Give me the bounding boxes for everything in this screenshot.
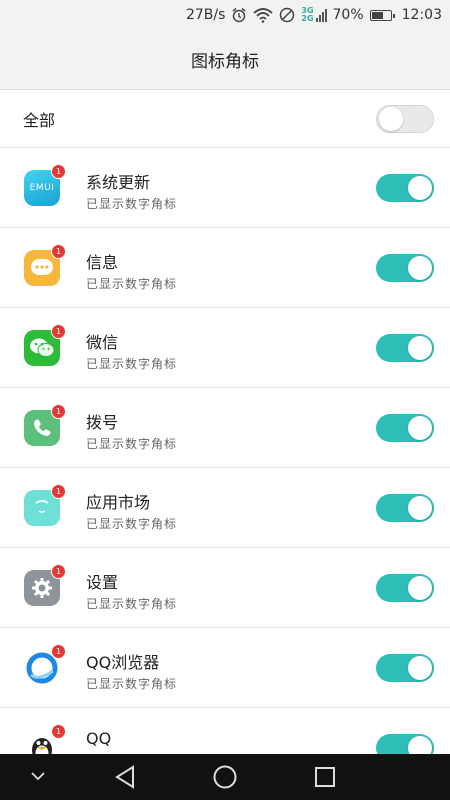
qq-browser-icon: 1 [24, 644, 66, 686]
emui-icon-text: EMUI [29, 183, 55, 193]
wechat-icon: 1 [24, 324, 66, 366]
battery-percent: 70% [332, 7, 364, 23]
app-name: 应用市场 [86, 493, 151, 512]
back-triangle-icon [115, 765, 134, 789]
all-apps-toggle[interactable] [376, 105, 434, 133]
home-circle-icon [213, 765, 237, 789]
home-button[interactable] [210, 762, 240, 792]
network-type-bottom: 2G [301, 14, 314, 23]
emui-icon: EMUI 1 [24, 164, 66, 206]
notification-badge: 1 [51, 564, 66, 579]
notification-badge: 1 [51, 324, 66, 339]
navigation-bar [0, 754, 450, 800]
collapse-nav-button[interactable] [28, 766, 48, 786]
app-market-icon: 1 [24, 484, 66, 526]
toggle-knob [379, 107, 403, 131]
recents-square-icon [315, 767, 335, 787]
notification-badge: 1 [51, 644, 66, 659]
notification-badge: 1 [51, 404, 66, 419]
app-status: 已显示数字角标 [86, 437, 178, 451]
recents-button[interactable] [310, 762, 340, 792]
badge-toggle[interactable] [376, 254, 434, 282]
wifi-icon [253, 7, 273, 23]
all-apps-row[interactable]: 全部 [0, 90, 450, 148]
badge-settings-screen: 27B/s 3G 2G 70% 12:03 图标角标 全部 EMUI 1 系统更… [0, 0, 450, 800]
app-name: QQ浏览器 [86, 653, 160, 672]
app-row-qq-browser[interactable]: 1 QQ浏览器 已显示数字角标 [0, 628, 450, 708]
badge-toggle[interactable] [376, 574, 434, 602]
app-row-wechat[interactable]: 1 微信 已显示数字角标 [0, 308, 450, 388]
app-name: 信息 [86, 253, 119, 272]
toggle-knob [408, 496, 432, 520]
app-name: 系统更新 [86, 173, 151, 192]
app-row-app-market[interactable]: 1 应用市场 已显示数字角标 [0, 468, 450, 548]
notification-badge: 1 [51, 724, 66, 739]
app-name: 微信 [86, 333, 119, 352]
app-row-system-update[interactable]: EMUI 1 系统更新 已显示数字角标 [0, 148, 450, 228]
app-status: 已显示数字角标 [86, 197, 178, 211]
cellular-signal: 3G 2G [301, 7, 327, 23]
app-row-messages[interactable]: 1 信息 已显示数字角标 [0, 228, 450, 308]
app-list: EMUI 1 系统更新 已显示数字角标 1 信息 已显示数字角标 1 微信 已显… [0, 148, 450, 788]
network-speed: 27B/s [185, 7, 226, 23]
status-bar: 27B/s 3G 2G 70% 12:03 [0, 0, 450, 30]
notification-badge: 1 [51, 244, 66, 259]
app-status: 已显示数字角标 [86, 517, 178, 531]
badge-toggle[interactable] [376, 174, 434, 202]
signal-bars-icon [315, 8, 327, 22]
badge-toggle[interactable] [376, 334, 434, 362]
all-apps-label: 全部 [23, 110, 56, 130]
app-status: 已显示数字角标 [86, 357, 178, 371]
badge-toggle[interactable] [376, 654, 434, 682]
toggle-knob [408, 576, 432, 600]
toggle-knob [408, 336, 432, 360]
app-status: 已显示数字角标 [86, 677, 178, 691]
toggle-knob [408, 416, 432, 440]
title-bar: 图标角标 [0, 30, 450, 90]
app-name: 设置 [86, 573, 119, 592]
phone-icon: 1 [24, 404, 66, 446]
toggle-knob [408, 656, 432, 680]
do-not-disturb-icon [279, 7, 295, 23]
app-row-dialer[interactable]: 1 拨号 已显示数字角标 [0, 388, 450, 468]
badge-toggle[interactable] [376, 494, 434, 522]
toggle-knob [408, 256, 432, 280]
battery-icon [369, 9, 395, 21]
settings-gear-icon: 1 [24, 564, 66, 606]
back-button[interactable] [110, 762, 140, 792]
app-name: 拨号 [86, 413, 119, 432]
alarm-icon [231, 7, 247, 23]
app-status: 已显示数字角标 [86, 597, 178, 611]
app-status: 已显示数字角标 [86, 277, 178, 291]
app-row-settings[interactable]: 1 设置 已显示数字角标 [0, 548, 450, 628]
notification-badge: 1 [51, 484, 66, 499]
clock: 12:03 [401, 7, 442, 23]
message-icon: 1 [24, 244, 66, 286]
badge-toggle[interactable] [376, 414, 434, 442]
toggle-knob [408, 176, 432, 200]
app-name: QQ [86, 729, 112, 748]
chevron-down-icon [31, 772, 45, 781]
notification-badge: 1 [51, 164, 66, 179]
page-title: 图标角标 [191, 52, 259, 72]
